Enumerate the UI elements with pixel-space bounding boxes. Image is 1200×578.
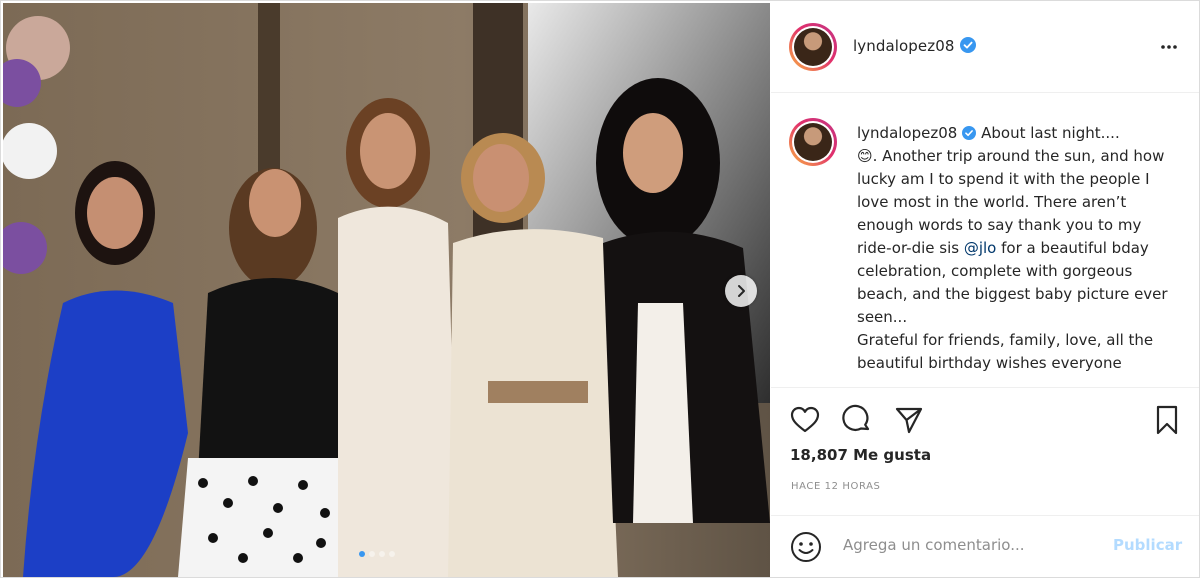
carousel-dot-2 [369, 551, 375, 557]
post-caption: lyndalopez08 About last night.... 😊. Ano… [771, 94, 1199, 386]
caption-avatar[interactable] [789, 118, 837, 166]
share-icon[interactable] [893, 404, 925, 436]
header-username[interactable]: lyndalopez08 [853, 37, 976, 55]
post-timestamp[interactable]: HACE 12 HORAS [791, 481, 881, 492]
smile-emoji-icon: 😊 [857, 147, 873, 165]
post-sidebar: lyndalopez08 lyndalopez08 About last nig… [771, 3, 1199, 577]
carousel-indicator [359, 551, 395, 557]
post-actions: 18,807 Me gusta HACE 12 HORAS [771, 387, 1199, 505]
more-options-icon[interactable] [1159, 37, 1179, 57]
likes-count[interactable]: 18,807 Me gusta [790, 446, 931, 464]
verified-badge-icon [959, 37, 976, 53]
bookmark-icon[interactable] [1151, 404, 1183, 436]
comment-bar: Publicar [771, 515, 1199, 577]
avatar[interactable] [789, 23, 837, 71]
carousel-next-button[interactable] [725, 275, 757, 307]
chevron-right-icon [738, 285, 745, 297]
carousel-dot-1 [359, 551, 365, 557]
emoji-picker-icon[interactable] [789, 530, 823, 564]
comment-icon[interactable] [841, 404, 873, 436]
caption-text: lyndalopez08 About last night.... 😊. Ano… [857, 124, 1168, 372]
post-photo[interactable] [3, 3, 770, 577]
caption-verified-badge-icon [962, 126, 977, 140]
caption-username[interactable]: lyndalopez08 [857, 124, 957, 142]
publish-button[interactable]: Publicar [1113, 536, 1182, 554]
carousel-dot-4 [389, 551, 395, 557]
party-photo-illustration [3, 3, 770, 577]
post-header: lyndalopez08 [771, 3, 1199, 93]
instagram-post-window: lyndalopez08 lyndalopez08 About last nig… [0, 0, 1200, 578]
mention-link[interactable]: @jlo [964, 239, 997, 257]
heart-icon[interactable] [789, 404, 821, 436]
comment-input[interactable] [843, 536, 1093, 554]
carousel-dot-3 [379, 551, 385, 557]
